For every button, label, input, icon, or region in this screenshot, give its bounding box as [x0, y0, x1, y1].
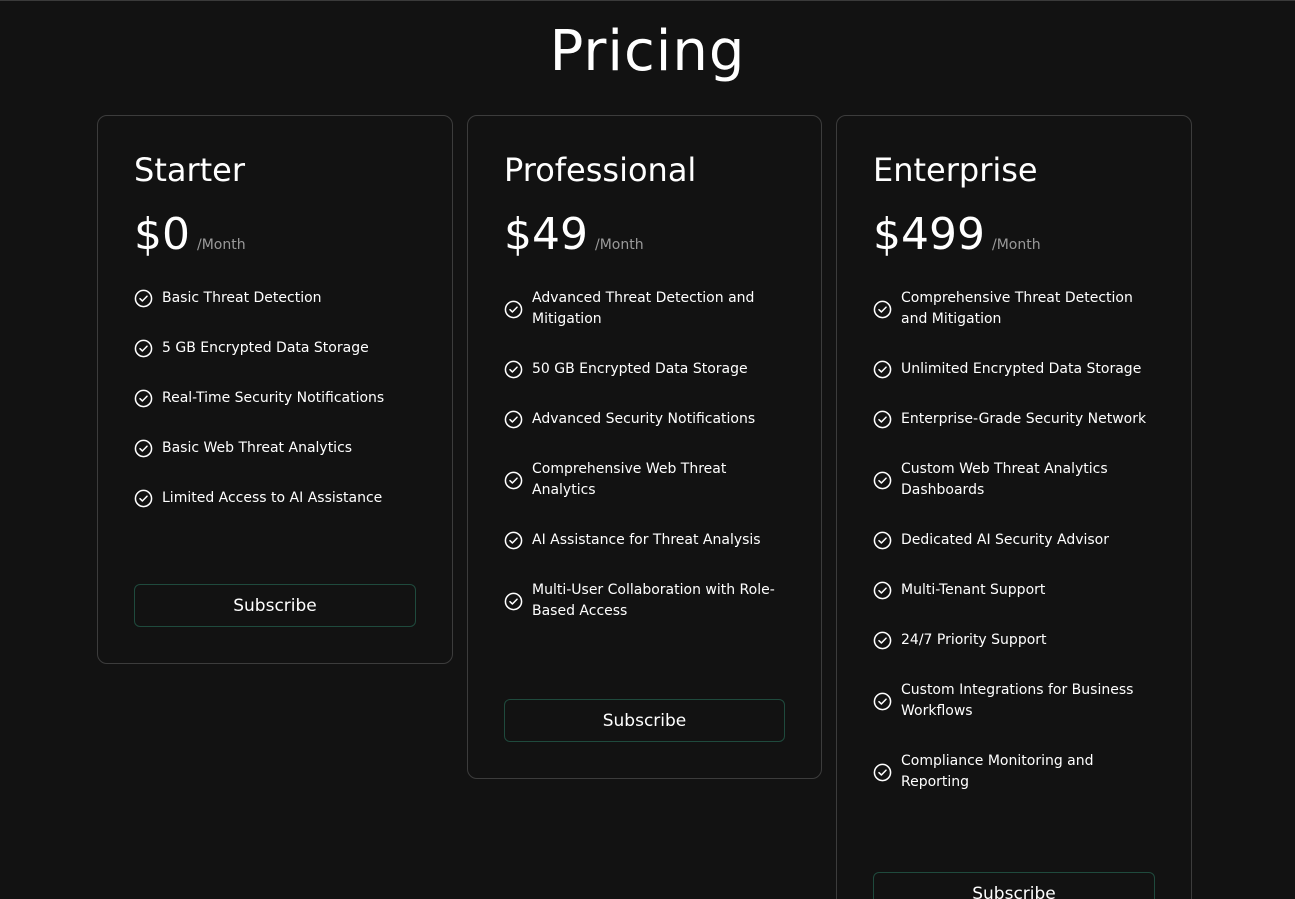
- price-row: $49 /Month: [504, 210, 785, 260]
- subscribe-button-starter[interactable]: Subscribe: [134, 584, 416, 627]
- feature-item: 50 GB Encrypted Data Storage: [504, 359, 785, 380]
- feature-item: Multi-Tenant Support: [873, 580, 1155, 601]
- pricing-page: Pricing Starter $0 /Month Basic Threat D…: [0, 0, 1295, 899]
- feature-item: Comprehensive Threat Detection and Mitig…: [873, 288, 1155, 330]
- plan-period: /Month: [197, 237, 246, 253]
- feature-label: AI Assistance for Threat Analysis: [532, 532, 761, 548]
- plan-card-enterprise: Enterprise $499 /Month Comprehensive Thr…: [836, 115, 1192, 899]
- feature-label: Dedicated AI Security Advisor: [901, 532, 1109, 548]
- feature-label: Compliance Monitoring and Reporting: [901, 753, 1094, 790]
- plan-card-professional: Professional $49 /Month Advanced Threat …: [467, 115, 822, 779]
- check-circle-icon: [504, 531, 523, 550]
- plan-price: $0: [134, 209, 190, 260]
- plan-name: Professional: [504, 151, 697, 189]
- feature-label: 50 GB Encrypted Data Storage: [532, 361, 748, 377]
- feature-list: Comprehensive Threat Detection and Mitig…: [873, 288, 1155, 793]
- price-row: $0 /Month: [134, 210, 416, 260]
- check-circle-icon: [873, 300, 892, 319]
- feature-label: Comprehensive Web Threat Analytics: [532, 461, 727, 498]
- feature-label: Comprehensive Threat Detection and Mitig…: [901, 290, 1133, 327]
- check-circle-icon: [504, 360, 523, 379]
- feature-item: Dedicated AI Security Advisor: [873, 530, 1155, 551]
- check-circle-icon: [504, 471, 523, 490]
- check-circle-icon: [504, 592, 523, 611]
- check-circle-icon: [873, 581, 892, 600]
- feature-item: Custom Web Threat Analytics Dashboards: [873, 459, 1155, 501]
- plan-price: $499: [873, 209, 985, 260]
- feature-label: Advanced Security Notifications: [532, 411, 756, 427]
- subscribe-button-professional[interactable]: Subscribe: [504, 699, 785, 742]
- check-circle-icon: [873, 763, 892, 782]
- feature-label: Enterprise-Grade Security Network: [901, 411, 1147, 427]
- price-row: $499 /Month: [873, 210, 1155, 260]
- plan-period: /Month: [991, 237, 1041, 253]
- feature-item: Advanced Threat Detection and Mitigation: [504, 288, 785, 330]
- subscribe-button-enterprise[interactable]: Subscribe: [873, 872, 1155, 899]
- check-circle-icon: [134, 289, 153, 308]
- feature-item: Comprehensive Web Threat Analytics: [504, 459, 785, 501]
- feature-item: Enterprise-Grade Security Network: [873, 409, 1155, 430]
- check-circle-icon: [134, 339, 153, 358]
- feature-item: Unlimited Encrypted Data Storage: [873, 359, 1155, 380]
- feature-label: Multi-Tenant Support: [901, 582, 1046, 598]
- check-circle-icon: [873, 631, 892, 650]
- feature-label: Advanced Threat Detection and Mitigation: [532, 290, 755, 327]
- check-circle-icon: [504, 410, 523, 429]
- feature-label: Basic Web Threat Analytics: [162, 440, 353, 456]
- feature-item: Real-Time Security Notifications: [134, 388, 416, 409]
- feature-list: Advanced Threat Detection and Mitigation…: [504, 288, 785, 622]
- feature-item: Compliance Monitoring and Reporting: [873, 751, 1155, 793]
- feature-label: Limited Access to AI Assistance: [162, 490, 383, 506]
- check-circle-icon: [873, 360, 892, 379]
- check-circle-icon: [873, 692, 892, 711]
- feature-label: Unlimited Encrypted Data Storage: [901, 361, 1142, 377]
- plan-card-starter: Starter $0 /Month Basic Threat Detection…: [97, 115, 453, 664]
- check-circle-icon: [873, 531, 892, 550]
- check-circle-icon: [134, 389, 153, 408]
- feature-label: 24/7 Priority Support: [901, 632, 1047, 648]
- feature-item: AI Assistance for Threat Analysis: [504, 530, 785, 551]
- check-circle-icon: [873, 410, 892, 429]
- plan-price: $49: [504, 209, 588, 260]
- feature-list: Basic Threat Detection 5 GB Encrypted Da…: [134, 288, 416, 509]
- plan-period: /Month: [594, 237, 644, 253]
- feature-item: Basic Threat Detection: [134, 288, 416, 309]
- feature-label: Custom Integrations for Business Workflo…: [901, 682, 1134, 719]
- feature-item: Basic Web Threat Analytics: [134, 438, 416, 459]
- page-title: Pricing: [549, 19, 746, 84]
- check-circle-icon: [873, 471, 892, 490]
- check-circle-icon: [504, 300, 523, 319]
- plan-name: Starter: [134, 151, 246, 189]
- feature-item: Custom Integrations for Business Workflo…: [873, 680, 1155, 722]
- plan-name: Enterprise: [873, 151, 1038, 189]
- feature-label: 5 GB Encrypted Data Storage: [162, 340, 369, 356]
- feature-label: Custom Web Threat Analytics Dashboards: [901, 461, 1108, 498]
- feature-item: Advanced Security Notifications: [504, 409, 785, 430]
- feature-item: 5 GB Encrypted Data Storage: [134, 338, 416, 359]
- feature-label: Multi-User Collaboration with Role-Based…: [532, 582, 775, 619]
- check-circle-icon: [134, 439, 153, 458]
- feature-label: Real-Time Security Notifications: [162, 390, 385, 406]
- check-circle-icon: [134, 489, 153, 508]
- feature-item: 24/7 Priority Support: [873, 630, 1155, 651]
- feature-label: Basic Threat Detection: [162, 290, 322, 306]
- feature-item: Limited Access to AI Assistance: [134, 488, 416, 509]
- feature-item: Multi-User Collaboration with Role-Based…: [504, 580, 785, 622]
